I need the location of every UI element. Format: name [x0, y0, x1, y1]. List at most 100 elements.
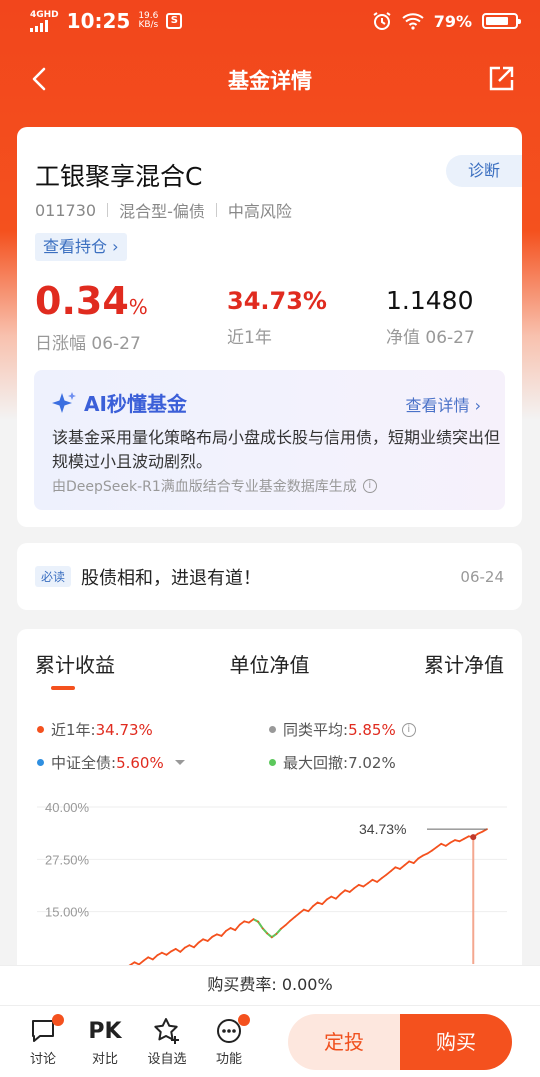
data-point — [142, 959, 145, 962]
bottom-action-bar: 讨论 PK 对比 设自选 功能 定投 购买 — [0, 1005, 540, 1077]
data-point — [252, 918, 255, 921]
data-point — [303, 908, 305, 911]
data-point — [298, 912, 301, 915]
battery-percent: 79% — [433, 11, 472, 31]
nav-label: 净值 06-27 — [386, 328, 475, 348]
fund-name: 工银聚享混合C — [35, 162, 203, 191]
diagnose-button[interactable]: 诊断 — [446, 155, 522, 187]
data-point — [206, 940, 209, 942]
data-point — [165, 953, 168, 956]
data-point — [449, 841, 452, 844]
fund-code: 011730 — [35, 200, 97, 220]
legend-drawdown-label: 最大回撤: — [283, 754, 349, 772]
tab-cumulative-return[interactable]: 累计收益 — [35, 649, 115, 678]
data-point — [426, 852, 429, 855]
data-point — [344, 889, 346, 892]
buy-button[interactable]: 购买 — [400, 1014, 512, 1070]
must-read-badge: 必读 — [35, 566, 72, 587]
data-point — [357, 884, 360, 886]
data-point — [257, 920, 259, 923]
data-point — [330, 895, 333, 898]
data-point — [467, 835, 470, 838]
data-point — [275, 933, 278, 935]
data-point — [270, 936, 273, 939]
legend-index[interactable]: 中证全债: 5.60% — [37, 752, 190, 773]
data-point — [399, 868, 401, 870]
info-icon[interactable]: i — [362, 479, 377, 493]
pk-icon: PK — [88, 1018, 122, 1044]
data-point — [312, 905, 314, 908]
ai-more-link[interactable]: 查看详情 › — [406, 392, 482, 416]
data-point — [412, 862, 415, 864]
tab-cumulative-nav[interactable]: 累计净值 — [424, 649, 504, 678]
tab-indicator — [51, 686, 75, 690]
data-point — [435, 846, 438, 849]
news-card[interactable]: 必读 股债相和，进退有道！ 06-24 — [17, 543, 522, 610]
network-indicator: 4GHD — [30, 10, 59, 32]
return-chart[interactable]: 40.00% 27.50% 15.00% 34.73% — [17, 789, 522, 969]
data-point — [293, 916, 296, 918]
data-point — [394, 866, 397, 869]
data-point — [183, 946, 186, 949]
functions-button[interactable]: 功能 — [198, 1014, 260, 1067]
data-point — [225, 930, 227, 932]
back-arrow-icon[interactable] — [26, 64, 56, 94]
data-point — [321, 903, 324, 905]
sparkle-icon — [52, 391, 76, 413]
clock: 10:25 — [66, 9, 131, 33]
compare-button[interactable]: PK 对比 — [74, 1016, 136, 1068]
legend-peer: 同类平均: 5.85% i — [269, 719, 416, 740]
add-watchlist-button[interactable]: 设自选 — [136, 1016, 198, 1067]
sim-icon: S — [166, 13, 183, 29]
notification-dot — [52, 1014, 64, 1026]
nav-value: 1.1480 — [386, 286, 474, 315]
battery-level — [486, 17, 509, 25]
status-bar: 4GHD 10:25 19.6 KB/s S 79% — [0, 0, 540, 42]
annotation-label: 34.73% — [359, 821, 406, 837]
ai-summary-box[interactable]: AI秒懂基金 查看详情 › 该基金采用量化策略布局小盘成长股与信用债，短期业绩突… — [34, 370, 505, 510]
legend-drawdown-dot — [269, 759, 276, 766]
purchase-fee-bar: 购买费率: 0.00% — [0, 965, 540, 1005]
discuss-button[interactable]: 讨论 — [12, 1014, 74, 1067]
fund-summary-card: 工银聚享混合C 诊断 011730 混合型-偏债 中高风险 查看持仓 › 0.3… — [17, 127, 522, 527]
notification-dot — [238, 1014, 250, 1026]
data-point — [284, 924, 287, 926]
share-icon[interactable] — [486, 64, 516, 94]
ai-title: AI秒懂基金 — [52, 388, 187, 417]
data-point — [335, 897, 337, 900]
data-point — [376, 881, 378, 883]
wifi-icon — [402, 13, 424, 30]
alarm-icon — [373, 12, 391, 30]
ai-title-text: AI秒懂基金 — [84, 392, 187, 416]
legend-peer-label: 同类平均: — [283, 721, 349, 739]
legend-drawdown: 最大回撤: 7.02% — [269, 752, 396, 773]
news-date: 06-24 — [460, 567, 504, 586]
discuss-label: 讨论 — [29, 1052, 56, 1067]
data-point — [348, 891, 351, 893]
functions-label: 功能 — [215, 1052, 242, 1067]
data-point — [476, 832, 479, 835]
ai-source-text: 由DeepSeek-R1满血版结合专业基金数据库生成 — [52, 479, 357, 495]
tab-unit-nav[interactable]: 单位净值 — [230, 649, 310, 678]
data-point — [216, 933, 218, 936]
dropdown-icon[interactable] — [170, 758, 190, 768]
peer-info-icon[interactable]: i — [401, 722, 416, 737]
one-year-return-label: 近1年 — [227, 328, 272, 348]
data-point — [202, 938, 205, 941]
auto-invest-button[interactable]: 定投 — [288, 1014, 400, 1070]
data-point — [289, 920, 291, 922]
data-point — [431, 849, 433, 852]
fund-type: 混合型-偏债 — [119, 202, 205, 221]
ai-source-note: 由DeepSeek-R1满血版结合专业基金数据库生成 i — [52, 476, 377, 496]
view-holdings-button[interactable]: 查看持仓 › — [35, 233, 127, 261]
data-point — [458, 840, 461, 843]
data-point — [229, 927, 232, 929]
daily-change-value: 0.34 — [35, 279, 129, 323]
data-point — [133, 961, 136, 964]
data-point — [362, 885, 365, 888]
data-point — [390, 870, 392, 872]
data-point — [261, 927, 264, 930]
one-year-return-value: 34.73% — [227, 287, 327, 315]
one-year-return-stat: 34.73% 近1年 — [227, 281, 327, 348]
data-point — [170, 950, 173, 953]
